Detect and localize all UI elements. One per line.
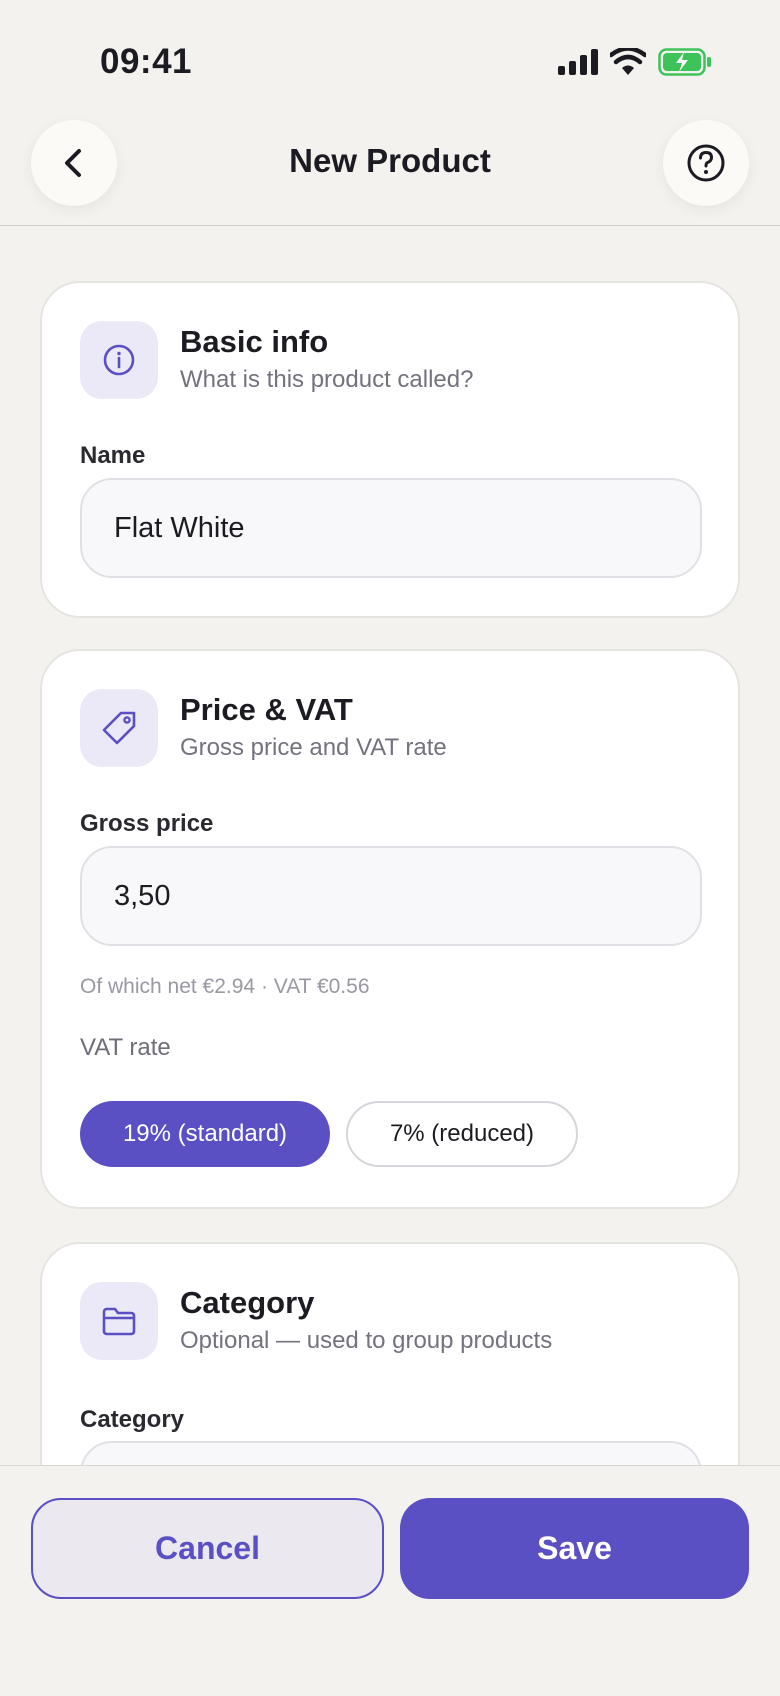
form-scroll-area[interactable]: Basic info What is this product called? … [0, 227, 780, 1466]
category-select[interactable] [80, 1441, 702, 1466]
price-vat-title: Price & VAT [180, 692, 353, 727]
net-vat-hint: Of which net €2.94 · VAT €0.56 [80, 975, 370, 998]
category-field-label: Category [80, 1406, 185, 1433]
cancel-button[interactable]: Cancel [31, 1498, 384, 1599]
battery-icon [658, 48, 711, 76]
status-bar: 09:41 [0, 0, 780, 110]
category-header: Category Optional — used to group produc… [80, 1282, 552, 1360]
nav-bar: New Product [0, 110, 780, 226]
name-label: Name [80, 442, 146, 469]
status-icons [558, 48, 712, 76]
signal-icon [558, 49, 598, 75]
basic-info-header: Basic info What is this product called? [80, 321, 473, 399]
tag-icon [80, 689, 158, 767]
vat-option-reduced[interactable]: 7% (reduced) [346, 1101, 578, 1167]
gross-price-input[interactable]: 3,50 [80, 846, 702, 946]
gross-price-label: Gross price [80, 810, 214, 837]
basic-info-subtitle: What is this product called? [180, 366, 474, 393]
basic-info-title: Basic info [180, 324, 329, 359]
wifi-icon [610, 48, 646, 75]
name-input[interactable]: Flat White [80, 478, 702, 578]
category-subtitle: Optional — used to group products [180, 1327, 553, 1354]
category-title: Category [180, 1285, 315, 1320]
action-footer: Cancel Save [0, 1465, 780, 1696]
price-vat-card: Price & VAT Gross price and VAT rate Gro… [40, 649, 740, 1209]
vat-option-standard[interactable]: 19% (standard) [80, 1101, 330, 1167]
info-icon [80, 321, 158, 399]
help-button[interactable] [663, 120, 749, 206]
vat-rate-label: VAT rate [80, 1034, 171, 1061]
basic-info-card: Basic info What is this product called? … [40, 281, 740, 618]
status-time: 09:41 [100, 42, 193, 81]
price-vat-subtitle: Gross price and VAT rate [180, 734, 447, 761]
folder-icon [80, 1282, 158, 1360]
category-card: Category Optional — used to group produc… [40, 1242, 740, 1466]
price-vat-header: Price & VAT Gross price and VAT rate [80, 689, 447, 767]
question-circle-icon [687, 144, 725, 182]
save-button[interactable]: Save [400, 1498, 749, 1599]
